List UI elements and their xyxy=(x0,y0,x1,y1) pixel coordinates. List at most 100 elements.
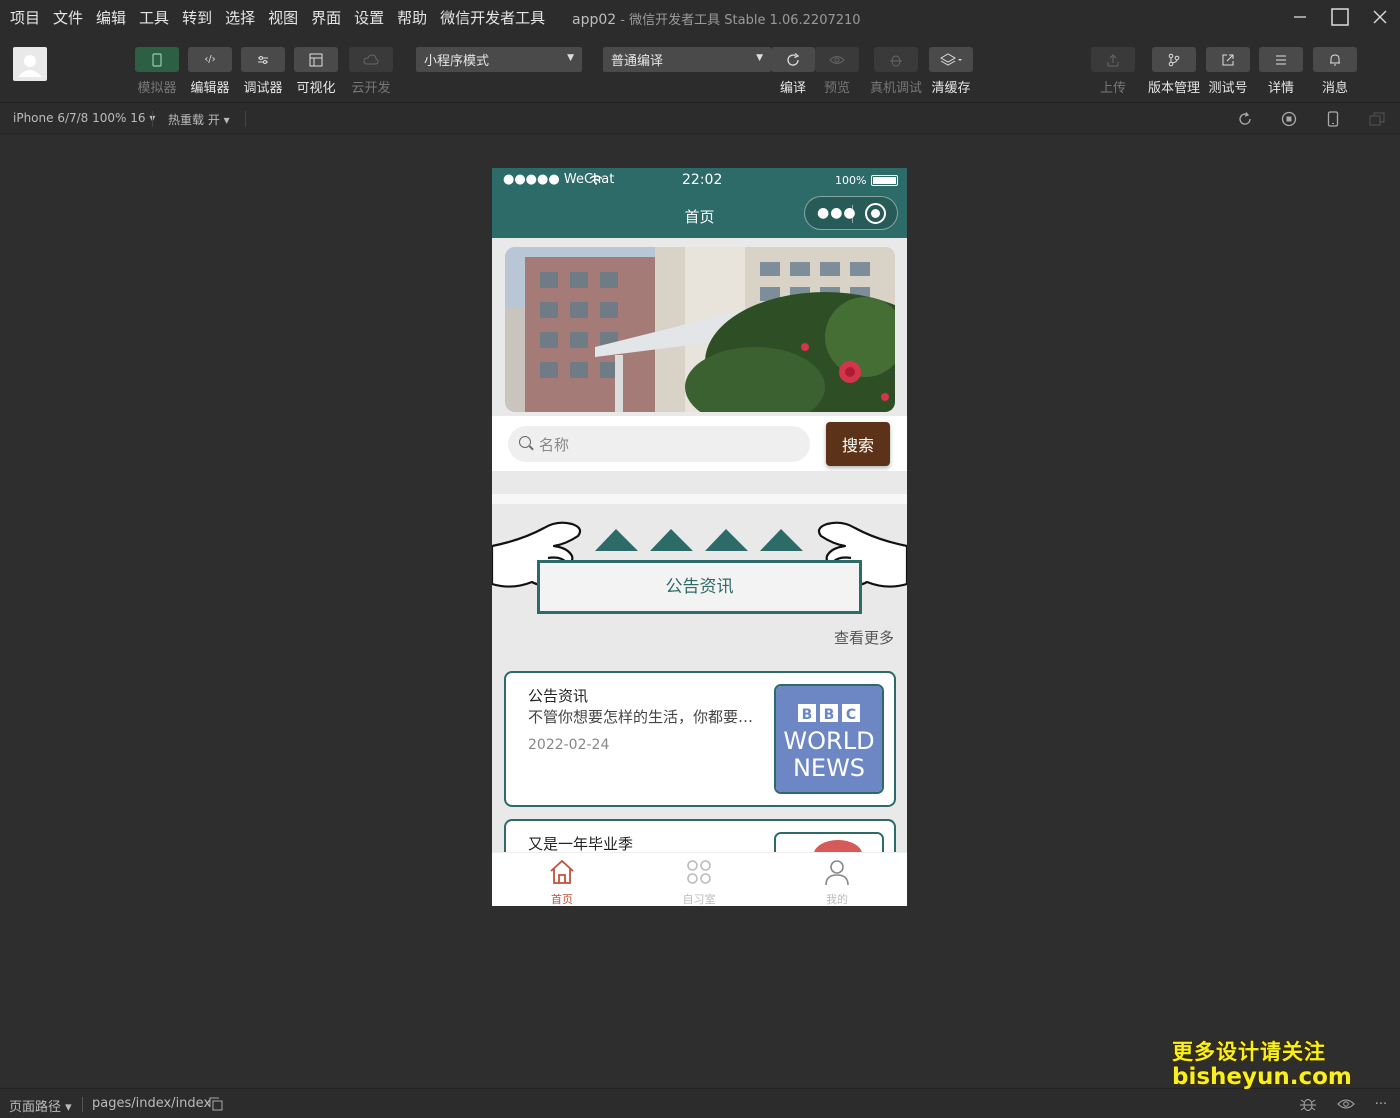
layout-icon xyxy=(309,53,323,66)
menu-item[interactable]: 编辑 xyxy=(96,7,126,28)
svg-text:B: B xyxy=(802,707,813,723)
menu-icon xyxy=(1276,55,1286,64)
campus-photo xyxy=(505,247,895,412)
copy-icon[interactable] xyxy=(206,1095,226,1113)
window-app-name: app02 xyxy=(572,12,617,28)
divider xyxy=(245,111,246,127)
watermark: 更多设计请关注 bisheyun.com xyxy=(1172,1040,1352,1091)
device-icon[interactable] xyxy=(1324,110,1342,128)
visual-button[interactable]: 可视化 xyxy=(294,47,338,96)
detach-window-icon[interactable] xyxy=(1368,110,1386,128)
tab-study-room[interactable]: 自习室 xyxy=(649,858,749,906)
caret-down-icon: ▼ xyxy=(567,53,574,63)
branch-icon xyxy=(1168,53,1180,66)
status-bar: 页面路径 ▾ pages/index/index ··· xyxy=(0,1088,1400,1118)
simulator-button[interactable]: 模拟器 xyxy=(135,47,179,96)
phone-nav-bar: 首页 ●●● xyxy=(492,192,907,238)
phone-status-bar: ●●●●● WeChat 22:02 100% xyxy=(492,168,907,192)
test-account-button[interactable]: 测试号 xyxy=(1206,47,1250,96)
more-icon[interactable]: ●●● xyxy=(817,205,857,221)
svg-text:WORLD: WORLD xyxy=(783,727,874,755)
menu-item[interactable]: 项目 xyxy=(10,7,40,28)
hot-reload-toggle[interactable]: 热重载 开 ▾ xyxy=(168,111,230,128)
card-description: 不管你想要怎样的生活，你都要… xyxy=(528,708,754,726)
bell-icon xyxy=(1330,53,1340,65)
compile-mode-select[interactable]: 普通编译 ▼ xyxy=(603,47,771,72)
layers-icon xyxy=(940,52,962,66)
tab-bar: 首页 自习室 我的 xyxy=(492,852,907,906)
page-path-select[interactable]: 页面路径 ▾ xyxy=(9,1096,72,1115)
compile-label: 编译 xyxy=(779,81,806,96)
banner-image[interactable] xyxy=(505,247,895,412)
remote-debug-button[interactable]: 真机调试 xyxy=(870,47,922,96)
mode-select[interactable]: 小程序模式 ▼ xyxy=(416,47,582,72)
eye-icon[interactable] xyxy=(1336,1095,1356,1113)
simulator-toolbar: iPhone 6/7/8 100% 16 ▾ 热重载 开 ▾ xyxy=(0,102,1400,134)
upload-button[interactable]: 上传 xyxy=(1091,47,1135,96)
close-mini-program-icon[interactable] xyxy=(865,203,886,224)
wifi-icon xyxy=(589,175,603,185)
cloud-button[interactable]: 云开发 xyxy=(349,47,393,96)
card-thumbnail: BBC WORLD NEWS xyxy=(774,684,884,794)
tab-home[interactable]: 首页 xyxy=(512,858,612,906)
apps-icon xyxy=(687,860,711,884)
mode-select-value: 小程序模式 xyxy=(424,54,490,69)
menu-item[interactable]: 帮助 xyxy=(397,7,427,28)
svg-text:NEWS: NEWS xyxy=(793,754,865,782)
debugger-button[interactable]: 调试器 xyxy=(241,47,285,96)
avatar[interactable] xyxy=(13,47,47,81)
menu-items: 项目 文件 编辑 工具 转到 选择 视图 界面 设置 帮助 微信开发者工具 xyxy=(0,7,558,28)
tab-mine[interactable]: 我的 xyxy=(787,858,887,906)
preview-button[interactable]: 预览 xyxy=(815,47,859,96)
version-label: 版本管理 xyxy=(1148,81,1201,96)
card-date: 2022-02-24 xyxy=(528,737,610,753)
bug-icon[interactable] xyxy=(1298,1095,1318,1113)
menu-item[interactable]: 设置 xyxy=(354,7,384,28)
editor-button[interactable]: ‹/› 编辑器 xyxy=(188,47,232,96)
refresh-icon xyxy=(787,52,800,66)
menu-item[interactable]: 工具 xyxy=(139,7,169,28)
search-button[interactable]: 搜索 xyxy=(826,422,890,466)
compile-button[interactable]: 编译 xyxy=(771,47,815,96)
device-select[interactable]: iPhone 6/7/8 100% 16 ▾ xyxy=(13,111,155,125)
more-options-icon[interactable]: ··· xyxy=(1371,1095,1391,1113)
bug-icon xyxy=(890,55,902,66)
page-path: pages/index/index xyxy=(92,1096,212,1111)
code-icon: ‹/› xyxy=(204,54,216,65)
compile-select-value: 普通编译 xyxy=(611,54,664,69)
search-input[interactable]: 名称 xyxy=(508,426,810,462)
user-icon xyxy=(825,860,849,886)
close-icon[interactable] xyxy=(1360,0,1400,34)
menu-item[interactable]: 界面 xyxy=(311,7,341,28)
view-more-link[interactable]: 查看更多 xyxy=(834,627,894,648)
home-icon xyxy=(550,859,574,884)
card-title: 公告资讯 xyxy=(528,687,589,705)
main-toolbar: 模拟器 ‹/› 编辑器 调试器 可视化 云开发 小程序模式 ▼ 普通编译 ▼ 编译 … xyxy=(0,34,1400,102)
news-card[interactable]: 公告资讯 不管你想要怎样的生活，你都要… 2022-02-24 BBC WORL… xyxy=(504,671,896,807)
svg-text:C: C xyxy=(846,707,856,723)
menu-item[interactable]: 视图 xyxy=(268,7,298,28)
version-button[interactable]: 版本管理 xyxy=(1148,47,1200,96)
search-row: 名称 搜索 xyxy=(492,416,907,471)
stop-icon[interactable] xyxy=(1280,110,1298,128)
maximize-icon[interactable] xyxy=(1320,0,1360,34)
menu-item[interactable]: 选择 xyxy=(225,7,255,28)
menu-item[interactable]: 微信开发者工具 xyxy=(440,7,545,28)
details-button[interactable]: 详情 xyxy=(1259,47,1303,96)
simulator-label: 模拟器 xyxy=(137,81,177,96)
window-title: app02 - 微信开发者工具 Stable 1.06.2207210 xyxy=(572,9,861,28)
tab-study-room-label: 自习室 xyxy=(682,893,716,906)
menu-item[interactable]: 文件 xyxy=(53,7,83,28)
minimize-icon[interactable] xyxy=(1280,0,1320,34)
clear-cache-button[interactable]: 清缓存 xyxy=(929,47,973,96)
tab-home-label: 首页 xyxy=(551,893,573,906)
caret-down-icon: ▼ xyxy=(756,53,763,63)
search-placeholder: 名称 xyxy=(539,436,570,454)
messages-button[interactable]: 消息 xyxy=(1313,47,1357,96)
menu-item[interactable]: 转到 xyxy=(182,7,212,28)
rotate-icon[interactable] xyxy=(1236,110,1254,128)
status-time: 22:02 xyxy=(682,172,723,188)
phone-simulator: ●●●●● WeChat 22:02 100% 首页 ●●● 名称 搜索 公告资… xyxy=(492,168,907,906)
external-link-icon xyxy=(1222,54,1234,65)
phone-icon xyxy=(152,52,162,67)
